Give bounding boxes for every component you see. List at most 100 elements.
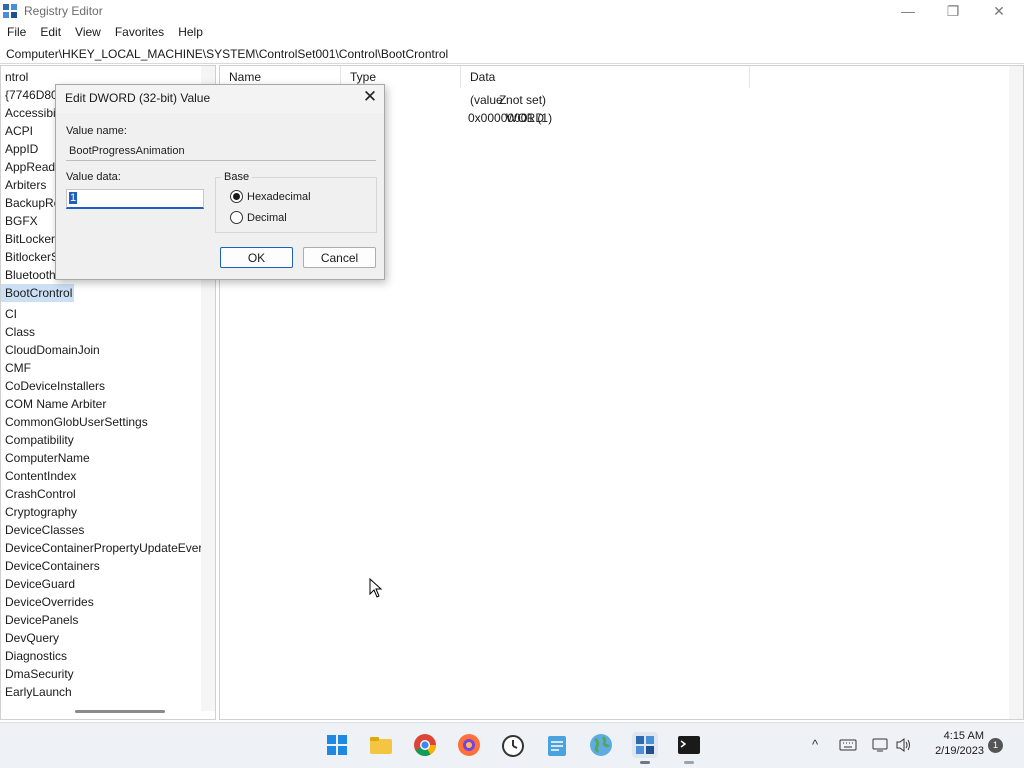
tree-row: ContentIndex (1, 467, 201, 485)
dialog-close-button[interactable]: ✕ (360, 87, 380, 107)
minimize-icon: — (901, 3, 915, 19)
radio-unselected-icon (230, 211, 243, 224)
network-icon[interactable] (871, 737, 889, 753)
keyboard-icon[interactable] (839, 739, 857, 751)
tree-row: DevicePanels (1, 611, 201, 629)
tree-row: DevQuery (1, 629, 201, 647)
tree-item[interactable]: CMF (1, 359, 201, 377)
base-label: Base (221, 171, 253, 183)
earth-icon[interactable] (588, 732, 614, 758)
list-vertical-scrollbar[interactable] (1009, 66, 1023, 719)
tree-item[interactable]: Diagnostics (1, 647, 201, 665)
tree-item[interactable]: DeviceClasses (1, 521, 201, 539)
tree-row: ComputerName (1, 449, 201, 467)
tree-item[interactable]: CoDeviceInstallers (1, 377, 201, 395)
value-name-field: BootProgressAnimation (66, 142, 376, 161)
maximize-icon: ❐ (946, 2, 960, 19)
tree-item[interactable]: DevQuery (1, 629, 201, 647)
dialog-title: Edit DWORD (32-bit) Value (65, 91, 211, 105)
decimal-label: Decimal (247, 211, 287, 224)
tree-item[interactable]: DmaSecurity (1, 665, 201, 683)
tree-row: DmaSecurity (1, 665, 201, 683)
close-button[interactable]: ✕ (976, 0, 1022, 22)
radio-selected-icon (230, 190, 243, 203)
tree-item[interactable]: DeviceOverrides (1, 593, 201, 611)
value-data-input[interactable]: 1 (66, 189, 204, 209)
row-data: 0x00000001 (1) (468, 111, 553, 125)
volume-icon[interactable] (895, 737, 913, 753)
tree-item[interactable]: EarlyLaunch (1, 683, 201, 701)
tray-chevron-icon[interactable]: ^ (812, 737, 818, 752)
title-bar: Registry Editor — ❐ ✕ (0, 0, 1024, 22)
tree-item[interactable]: ComputerName (1, 449, 201, 467)
tree-row: EarlyLaunch (1, 683, 201, 701)
tree-item[interactable]: Compatibility (1, 431, 201, 449)
tree-item[interactable]: COM Name Arbiter (1, 395, 201, 413)
tree-row: CommonGlobUserSettings (1, 413, 201, 431)
menu-file[interactable]: File (0, 23, 33, 43)
dialog-body: Value name: BootProgressAnimation Value … (56, 113, 384, 279)
tree-item[interactable]: Cryptography (1, 503, 201, 521)
tree-row: Class (1, 323, 201, 341)
tree-item[interactable]: DeviceGuard (1, 575, 201, 593)
tree-item[interactable]: Class (1, 323, 201, 341)
tree-item[interactable]: DeviceContainerPropertyUpdateEver (1, 539, 201, 557)
menu-view[interactable]: View (68, 23, 108, 43)
base-groupbox (215, 177, 377, 233)
ok-button[interactable]: OK (220, 247, 293, 268)
notification-badge[interactable]: 1 (988, 738, 1003, 753)
firefox-icon[interactable] (456, 732, 482, 758)
tree-item[interactable]: BootCrontrol (1, 284, 75, 302)
maximize-button[interactable]: ❐ (930, 0, 976, 22)
tree-row: Cryptography (1, 503, 201, 521)
open-indicator (684, 761, 694, 764)
taskbar: ^ 4:15 AM 2/19/2023 1 (0, 722, 1024, 768)
clock-app-icon[interactable] (500, 732, 526, 758)
tree-row: DeviceContainerPropertyUpdateEver (1, 539, 201, 557)
tree-item[interactable]: DevicePanels (1, 611, 201, 629)
decimal-radio[interactable]: Decimal (230, 211, 287, 224)
tree-item[interactable]: ContentIndex (1, 467, 201, 485)
address-bar[interactable]: Computer\HKEY_LOCAL_MACHINE\SYSTEM\Contr… (0, 44, 1024, 64)
tree-row: CMF (1, 359, 201, 377)
window-title: Registry Editor (24, 4, 103, 18)
hexadecimal-radio[interactable]: Hexadecimal (230, 190, 311, 203)
registry-editor-icon[interactable] (632, 732, 658, 764)
tree-row: Diagnostics (1, 647, 201, 665)
tree-row: DeviceContainers (1, 557, 201, 575)
minimize-button[interactable]: — (885, 0, 931, 22)
tree-row: DeviceGuard (1, 575, 201, 593)
tree-row: Compatibility (1, 431, 201, 449)
tree-item[interactable]: CloudDomainJoin (1, 341, 201, 359)
tree-item[interactable]: CI (1, 305, 201, 323)
clock-time: 4:15 AM (943, 730, 984, 742)
row-data: (value not set) (470, 93, 547, 107)
menu-help[interactable]: Help (171, 23, 210, 43)
terminal-icon[interactable] (676, 732, 702, 764)
value-name-label: Value name: (66, 125, 127, 137)
tree-item[interactable]: DeviceContainers (1, 557, 201, 575)
close-icon: ✕ (993, 2, 1005, 19)
notepad-icon[interactable] (544, 732, 570, 758)
tree-row: COM Name Arbiter (1, 395, 201, 413)
file-explorer-icon[interactable] (368, 732, 394, 758)
menu-edit[interactable]: Edit (33, 23, 68, 43)
cancel-button[interactable]: Cancel (303, 247, 376, 268)
tree-row: CI (1, 305, 201, 323)
clock[interactable]: 4:15 AM 2/19/2023 (924, 729, 984, 759)
tree-row: DeviceOverrides (1, 593, 201, 611)
tree-row: CoDeviceInstallers (1, 377, 201, 395)
tree-item[interactable]: CrashControl (1, 485, 201, 503)
value-data-label: Value data: (66, 171, 121, 183)
clock-date: 2/19/2023 (935, 745, 984, 757)
tree-item[interactable]: CommonGlobUserSettings (1, 413, 201, 431)
chrome-icon[interactable] (412, 732, 438, 758)
hexadecimal-label: Hexadecimal (247, 190, 311, 203)
close-icon: ✕ (362, 87, 378, 106)
menu-favorites[interactable]: Favorites (108, 23, 171, 43)
mouse-cursor-icon (369, 578, 383, 598)
tree-horizontal-scrollbar[interactable] (1, 706, 201, 718)
column-data[interactable]: Data (461, 66, 750, 88)
windows-start-icon[interactable] (324, 732, 350, 758)
scroll-thumb[interactable] (75, 710, 165, 713)
